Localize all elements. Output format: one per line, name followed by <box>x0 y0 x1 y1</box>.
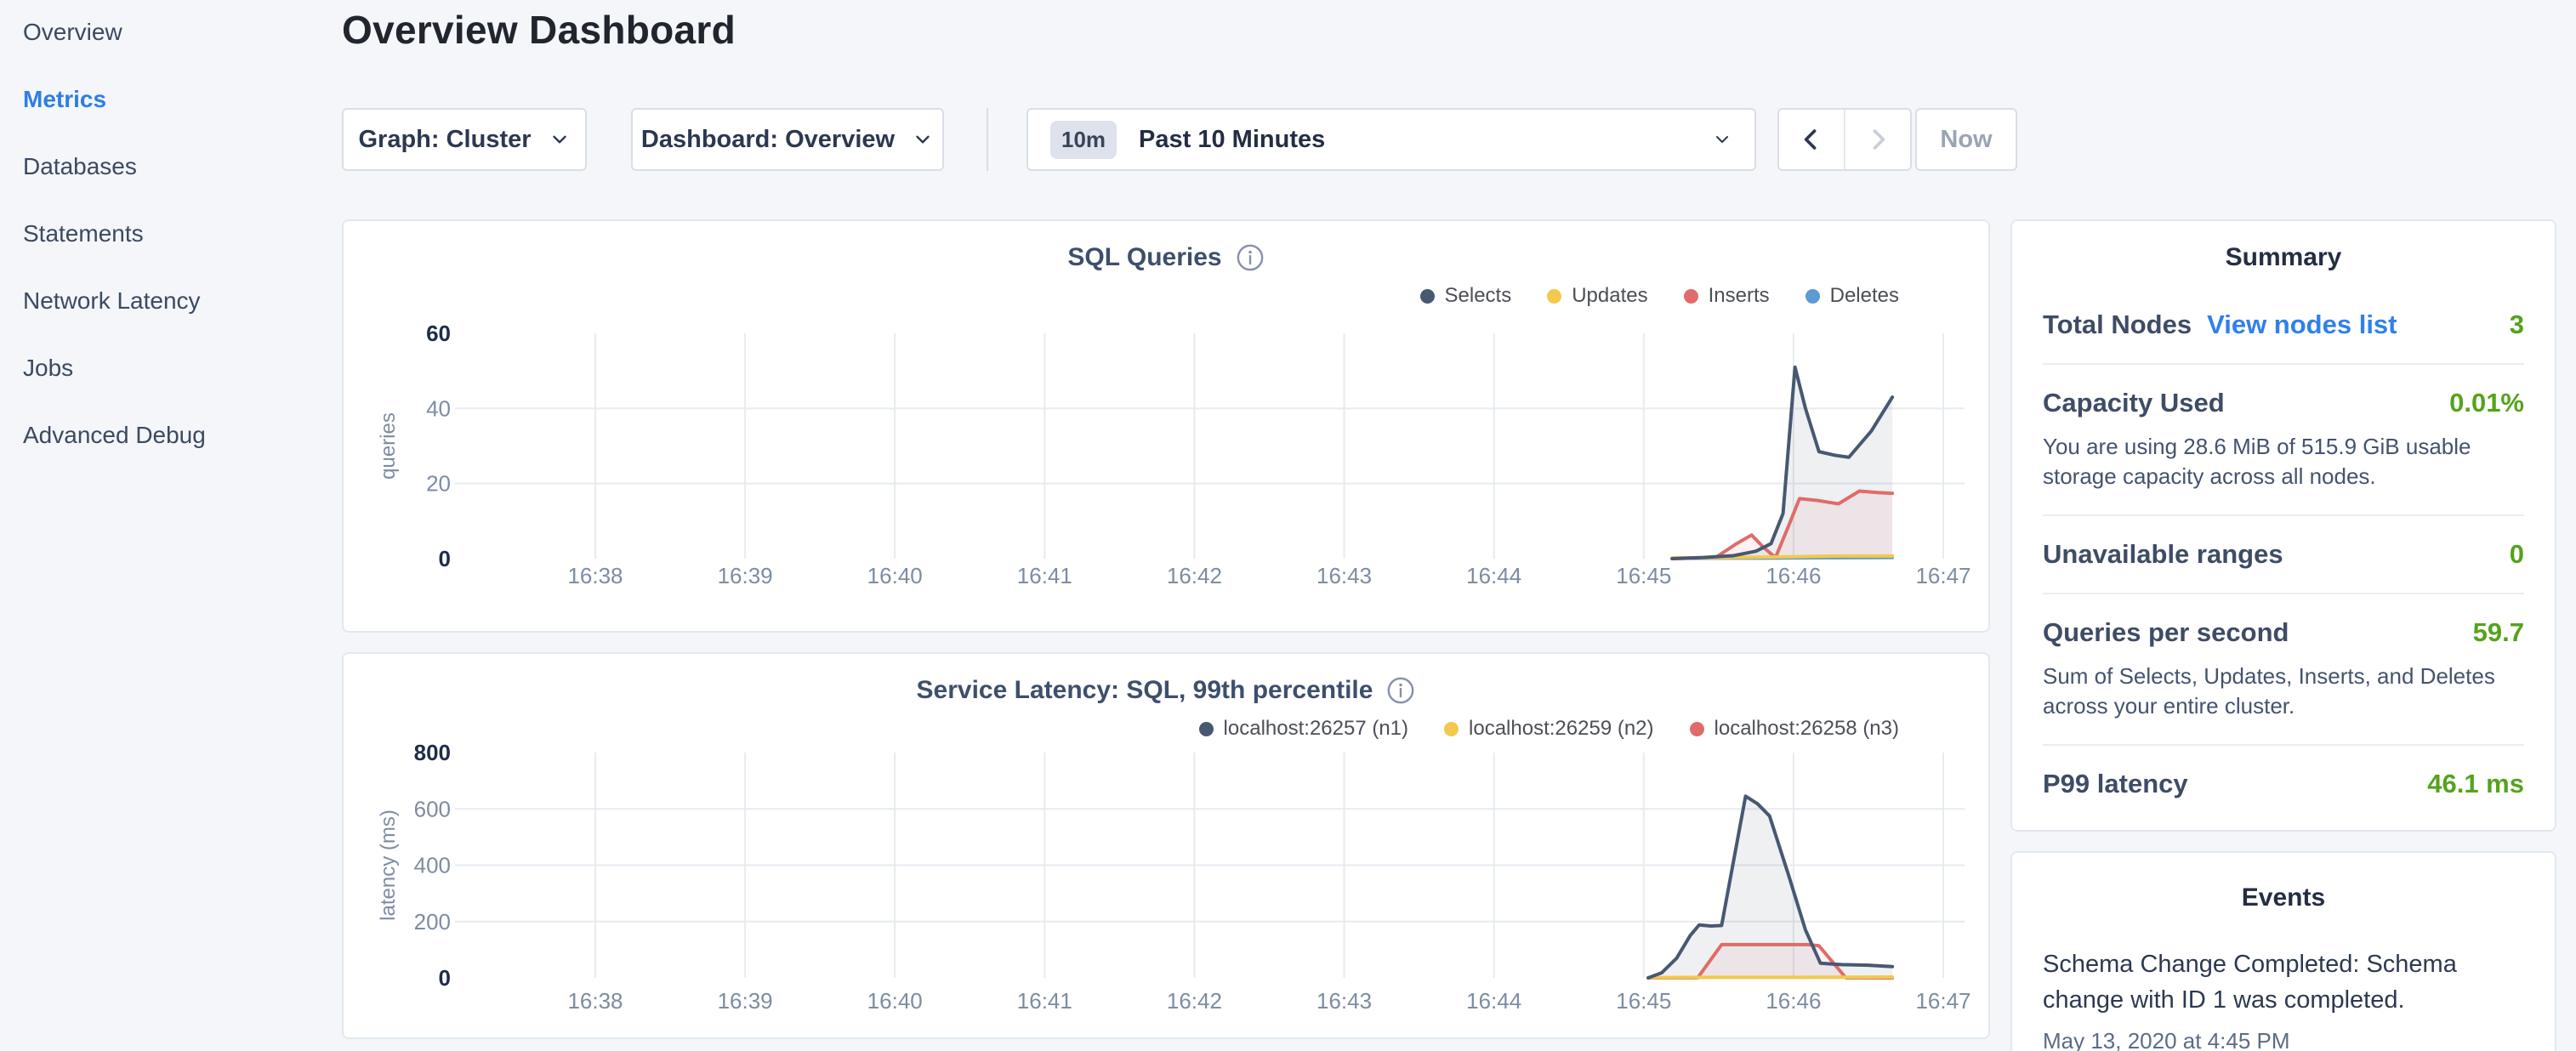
sidebar-item-network-latency[interactable]: Network Latency <box>23 287 340 355</box>
sidebar-item-metrics[interactable]: Metrics <box>23 86 340 153</box>
chevron-down-icon <box>549 128 571 151</box>
dashboard-dropdown[interactable]: Dashboard: Overview <box>631 108 944 171</box>
time-range-label: Past 10 Minutes <box>1139 126 1690 154</box>
svg-text:60: 60 <box>426 321 451 346</box>
event-timestamp: May 13, 2020 at 4:45 PM <box>2043 1028 2524 1051</box>
sidebar-item-jobs[interactable]: Jobs <box>23 355 340 422</box>
event-text[interactable]: Schema Change Completed: Schema change w… <box>2043 946 2524 1018</box>
controls-divider <box>987 108 988 171</box>
summary-row-label: P99 latency <box>2043 769 2188 799</box>
svg-text:16:39: 16:39 <box>718 988 773 1014</box>
summary-row-unavailable-ranges: Unavailable ranges 0 <box>2043 514 2524 593</box>
time-range-selector[interactable]: 10m Past 10 Minutes <box>1026 108 1756 171</box>
svg-text:16:47: 16:47 <box>1915 563 1970 588</box>
sidebar-item-databases[interactable]: Databases <box>23 153 340 220</box>
svg-text:16:39: 16:39 <box>718 563 773 588</box>
now-button[interactable]: Now <box>1915 108 2017 171</box>
view-nodes-list-link[interactable]: View nodes list <box>2207 310 2397 340</box>
svg-text:16:46: 16:46 <box>1766 988 1821 1014</box>
summary-row-value: 0 <box>2510 539 2524 570</box>
svg-text:20: 20 <box>426 471 451 497</box>
svg-text:16:40: 16:40 <box>867 563 923 588</box>
svg-text:16:43: 16:43 <box>1316 988 1372 1014</box>
svg-text:queries: queries <box>377 412 400 480</box>
svg-text:16:40: 16:40 <box>867 988 923 1014</box>
sql-queries-plot: 16:38 16:39 16:40 16:41 16:42 16:43 16:44 16:45… <box>344 221 1988 631</box>
sql-queries-card: SQL Queries SelectsUpdatesInsertsDeletes… <box>342 219 1990 633</box>
summary-panel: Summary Total Nodes View nodes list 3 Ca… <box>2010 219 2556 832</box>
time-range-badge: 10m <box>1050 121 1117 159</box>
chevron-right-icon <box>1863 125 1892 154</box>
summary-row-value: 0.01% <box>2449 388 2524 418</box>
chevron-down-icon <box>912 128 934 151</box>
svg-text:16:45: 16:45 <box>1616 988 1671 1014</box>
svg-text:16:38: 16:38 <box>567 988 623 1014</box>
summary-row-label: Capacity Used <box>2043 388 2225 418</box>
dashboard-label: Dashboard: Overview <box>641 126 895 154</box>
svg-text:16:47: 16:47 <box>1915 988 1970 1014</box>
page-title: Overview Dashboard <box>342 7 736 53</box>
summary-row-description: You are using 28.6 MiB of 515.9 GiB usab… <box>2043 432 2524 491</box>
summary-row-capacity-used: Capacity Used 0.01% You are using 28.6 M… <box>2043 363 2524 514</box>
svg-text:16:41: 16:41 <box>1017 988 1072 1014</box>
svg-text:16:41: 16:41 <box>1017 563 1072 588</box>
sidebar-item-overview[interactable]: Overview <box>23 19 340 86</box>
summary-row-p99-latency: P99 latency 46.1 ms <box>2043 744 2524 822</box>
svg-text:16:42: 16:42 <box>1167 988 1222 1014</box>
summary-row-value: 59.7 <box>2473 617 2524 648</box>
svg-text:0: 0 <box>439 546 451 571</box>
summary-row-label: Queries per second <box>2043 617 2289 648</box>
sidebar: Overview Metrics Databases Statements Ne… <box>0 0 340 1051</box>
sidebar-item-advanced-debug[interactable]: Advanced Debug <box>23 422 340 489</box>
summary-row-description: Sum of Selects, Updates, Inserts, and De… <box>2043 662 2524 721</box>
svg-text:400: 400 <box>414 853 451 878</box>
svg-text:16:46: 16:46 <box>1766 563 1821 588</box>
svg-text:200: 200 <box>414 909 451 935</box>
summary-rows: Total Nodes View nodes list 3 Capacity U… <box>2043 310 2524 822</box>
summary-row-total-nodes: Total Nodes View nodes list 3 <box>2043 310 2524 363</box>
svg-text:0: 0 <box>439 965 451 991</box>
previous-interval-button[interactable] <box>1779 110 1844 169</box>
summary-row-value: 46.1 ms <box>2427 769 2524 799</box>
svg-text:16:43: 16:43 <box>1316 563 1372 588</box>
svg-text:latency (ms): latency (ms) <box>377 810 400 921</box>
svg-text:40: 40 <box>426 395 451 421</box>
graph-scope-label: Graph: Cluster <box>358 126 531 154</box>
chevron-down-icon <box>1712 129 1732 150</box>
summary-title: Summary <box>2043 243 2524 272</box>
service-latency-plot: 16:38 16:39 16:40 16:41 16:42 16:43 16:44 16:45… <box>344 654 1988 1037</box>
summary-row-label: Unavailable ranges <box>2043 539 2283 570</box>
graph-scope-dropdown[interactable]: Graph: Cluster <box>342 108 587 171</box>
chevron-left-icon <box>1797 125 1826 154</box>
svg-text:800: 800 <box>414 740 451 765</box>
next-interval-button[interactable] <box>1844 110 1910 169</box>
summary-row-label: Total Nodes <box>2043 310 2192 340</box>
svg-text:16:38: 16:38 <box>567 563 623 588</box>
svg-text:16:44: 16:44 <box>1466 563 1521 588</box>
app-root: Overview Metrics Databases Statements Ne… <box>0 0 2576 1051</box>
svg-text:16:42: 16:42 <box>1167 563 1222 588</box>
svg-text:600: 600 <box>414 796 451 821</box>
svg-text:16:45: 16:45 <box>1616 563 1671 588</box>
time-step-buttons <box>1777 108 1912 171</box>
events-title: Events <box>2043 883 2524 912</box>
sidebar-item-statements[interactable]: Statements <box>23 220 340 287</box>
svg-text:16:44: 16:44 <box>1466 988 1521 1014</box>
service-latency-card: Service Latency: SQL, 99th percentile lo… <box>342 652 1990 1039</box>
summary-row-value: 3 <box>2510 310 2524 340</box>
summary-row-queries-per-second: Queries per second 59.7 Sum of Selects, … <box>2043 593 2524 744</box>
events-panel: Events Schema Change Completed: Schema c… <box>2010 851 2556 1051</box>
